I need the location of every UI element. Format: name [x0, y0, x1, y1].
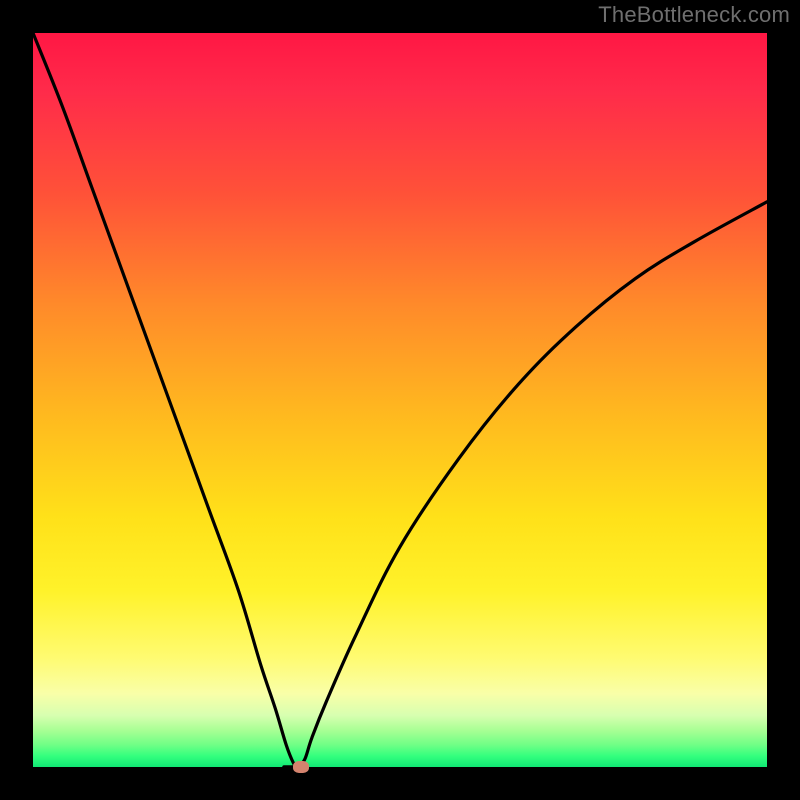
watermark-text: TheBottleneck.com	[598, 2, 790, 28]
curve-layer	[33, 33, 767, 767]
plot-area	[33, 33, 767, 767]
chart-root: TheBottleneck.com	[0, 0, 800, 800]
bottleneck-curve	[33, 33, 767, 767]
optimal-point-marker	[293, 761, 309, 773]
